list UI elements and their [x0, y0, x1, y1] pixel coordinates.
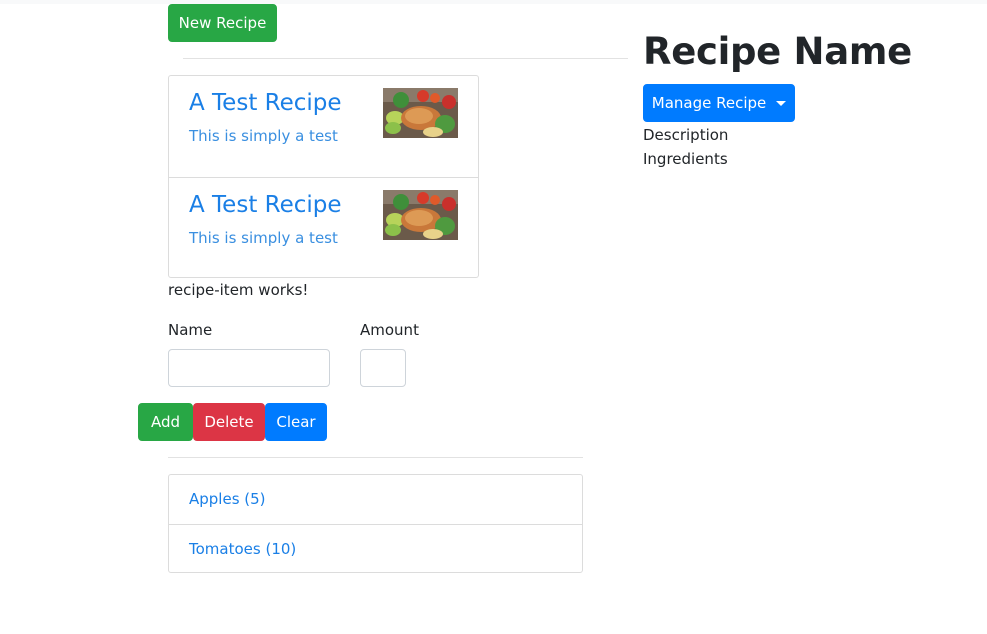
add-button[interactable]: Add	[138, 403, 193, 441]
amount-input[interactable]	[360, 349, 406, 387]
recipe-description: This is simply a test	[189, 229, 338, 247]
name-label: Name	[168, 321, 213, 339]
shopping-list-item[interactable]: Apples (5)	[169, 475, 582, 523]
recipe-list: A Test Recipe This is simply a test A Te…	[168, 75, 479, 278]
recipe-thumbnail	[383, 190, 458, 240]
shopping-list-item[interactable]: Tomatoes (10)	[169, 524, 582, 572]
manage-recipe-label: Manage Recipe	[651, 93, 767, 112]
top-strip	[0, 0, 987, 4]
clear-button[interactable]: Clear	[265, 403, 327, 441]
recipe-thumbnail	[383, 88, 458, 138]
new-recipe-button[interactable]: New Recipe	[168, 4, 277, 42]
recipe-description: This is simply a test	[189, 127, 338, 145]
divider	[168, 457, 583, 458]
amount-label: Amount	[360, 321, 419, 339]
recipe-item-status: recipe-item works!	[168, 281, 309, 299]
recipe-detail-description: Description	[643, 126, 729, 144]
recipe-detail-ingredients: Ingredients	[643, 150, 728, 168]
recipe-list-item[interactable]: A Test Recipe This is simply a test	[169, 177, 478, 278]
caret-down-icon	[776, 100, 787, 106]
manage-recipe-dropdown-button[interactable]: Manage Recipe	[643, 84, 795, 122]
name-input[interactable]	[168, 349, 330, 387]
recipe-title[interactable]: A Test Recipe	[189, 192, 342, 218]
shopping-list: Apples (5) Tomatoes (10)	[168, 474, 583, 573]
divider	[183, 58, 628, 59]
recipe-list-item[interactable]: A Test Recipe This is simply a test	[169, 76, 478, 176]
recipe-detail-title: Recipe Name	[643, 30, 912, 73]
recipe-title[interactable]: A Test Recipe	[189, 90, 342, 116]
delete-button[interactable]: Delete	[193, 403, 265, 441]
